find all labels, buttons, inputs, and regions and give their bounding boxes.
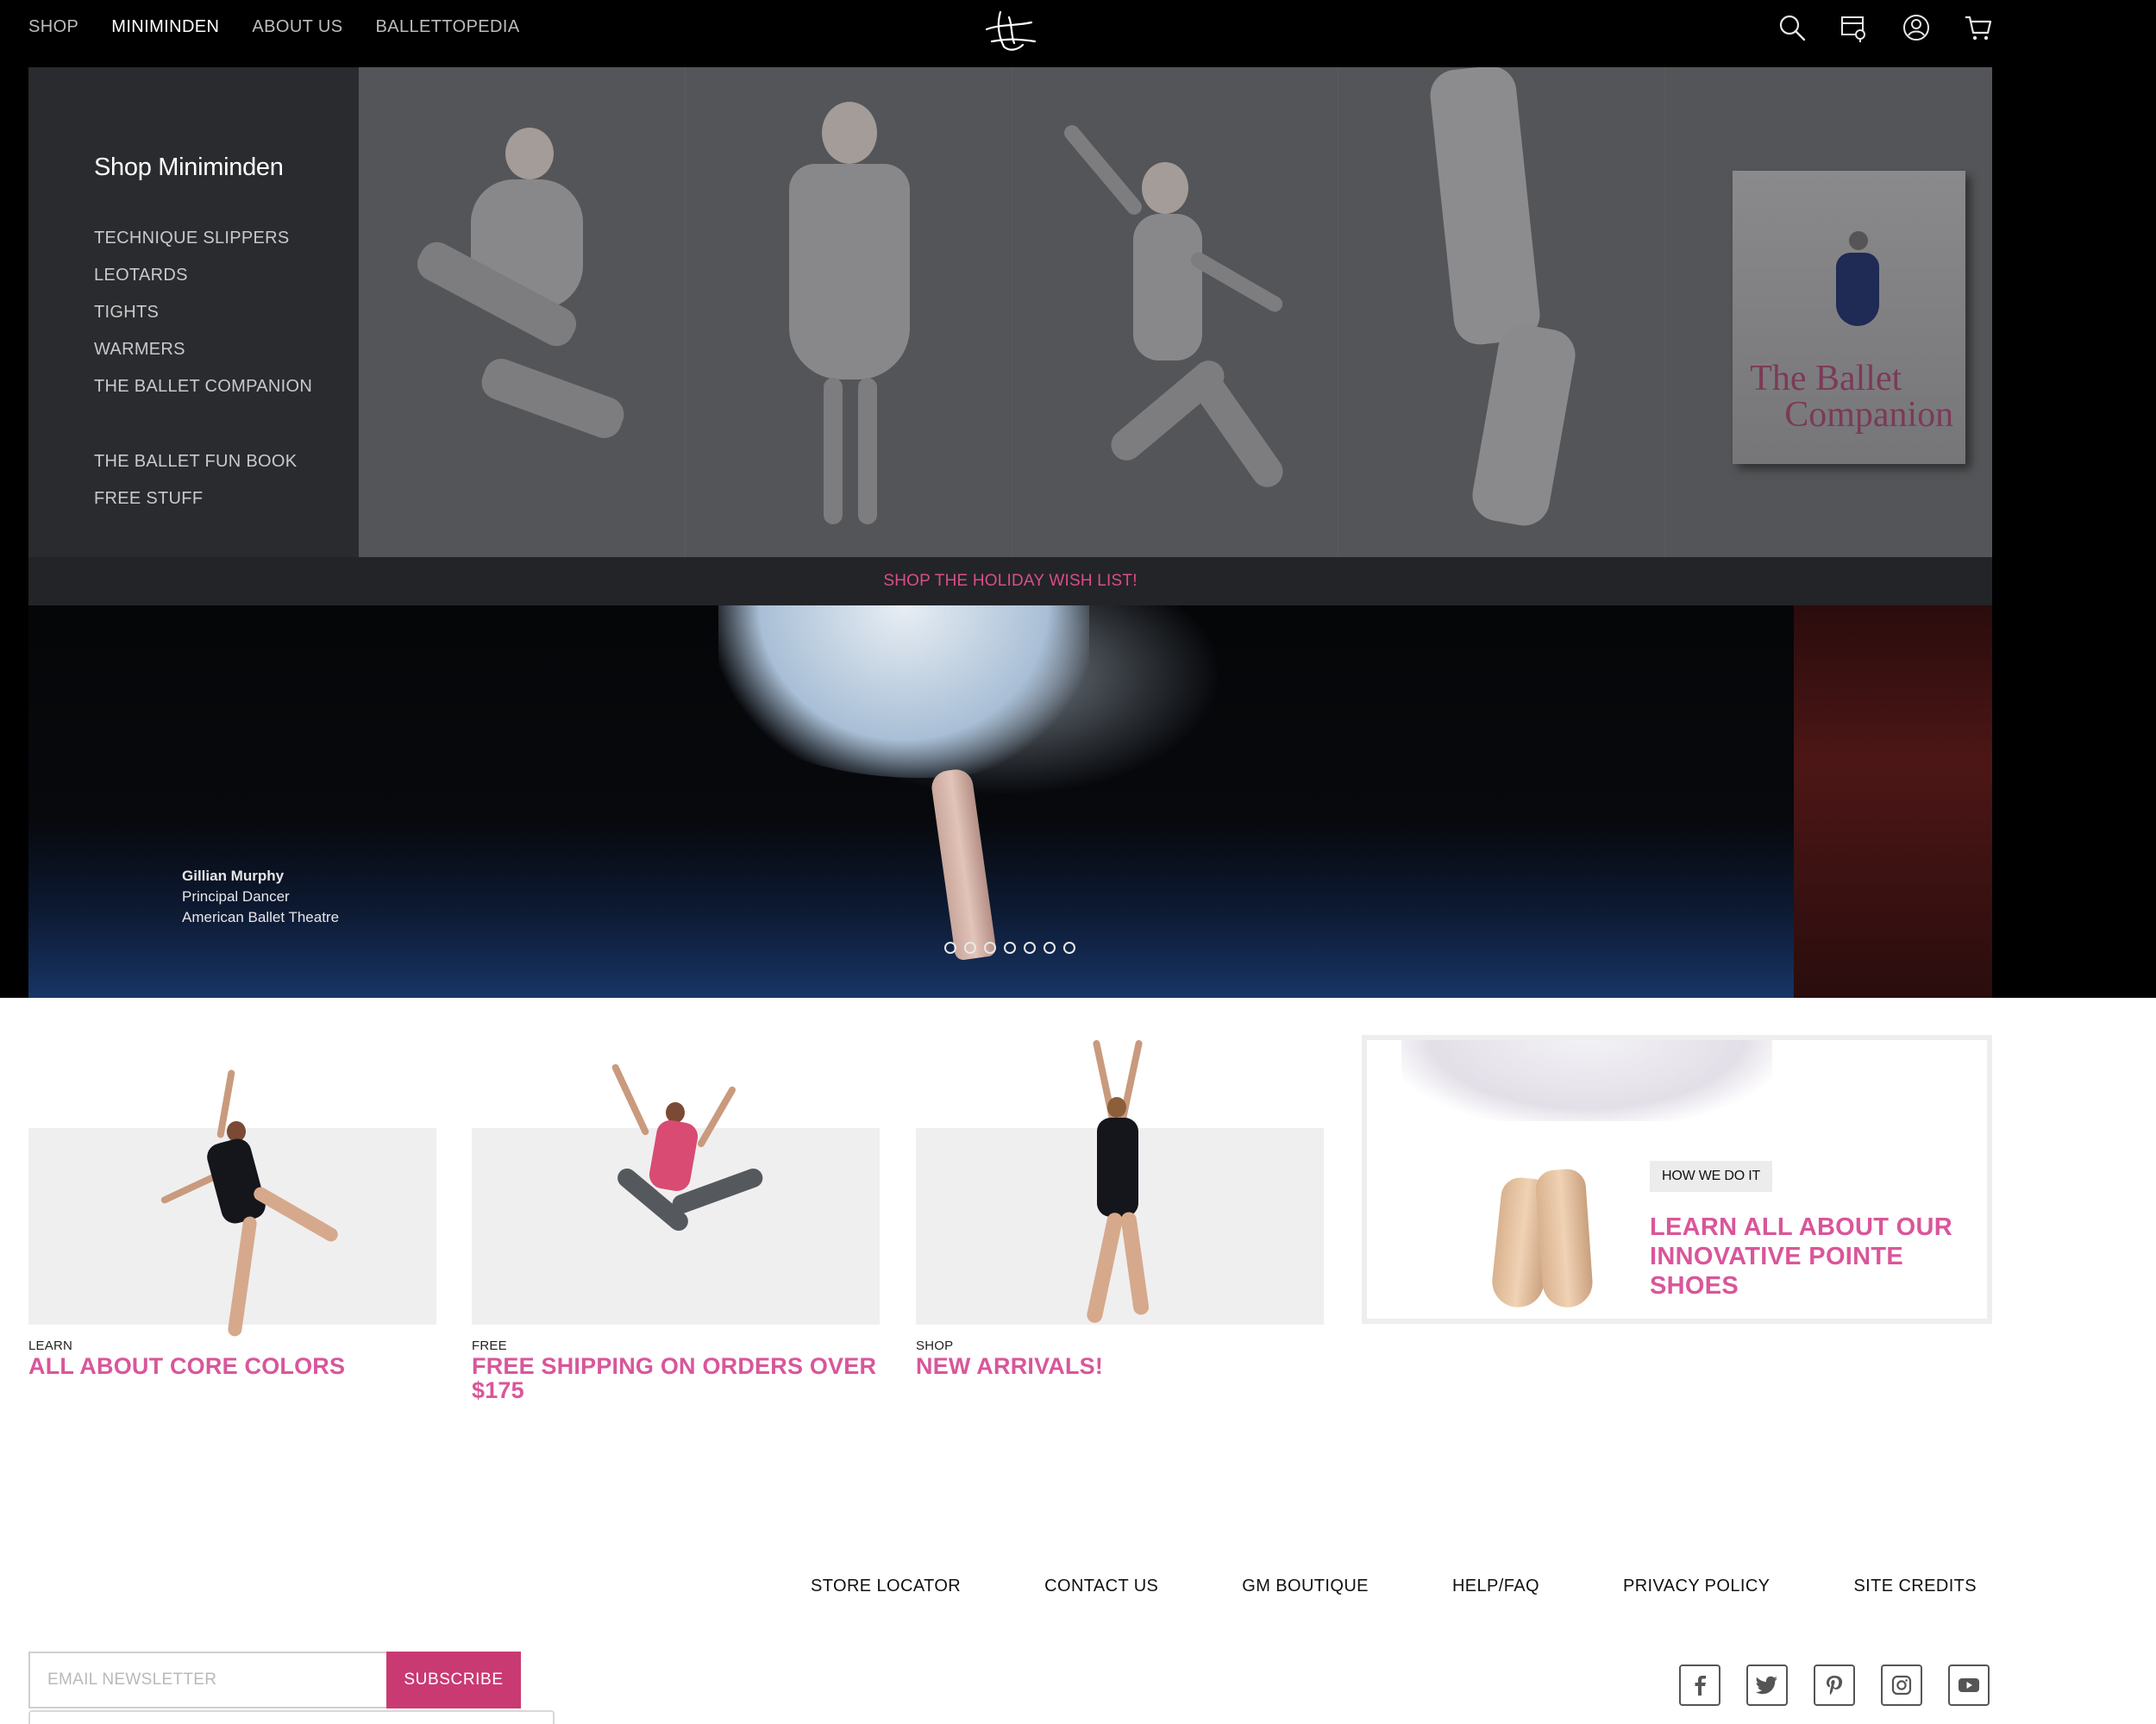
- menu-item-technique-slippers[interactable]: TECHNIQUE SLIPPERS: [94, 220, 312, 257]
- footer-links: STORE LOCATOR CONTACT US GM BOUTIQUE HEL…: [811, 1577, 1977, 1596]
- book-subtitle: Companion: [1784, 395, 1954, 435]
- cart-icon[interactable]: [1963, 12, 1994, 43]
- footer-help-faq[interactable]: HELP/FAQ: [1452, 1577, 1539, 1596]
- how-we-do-it-tag: HOW WE DO IT: [1650, 1161, 1773, 1192]
- hero-dancer-leg: [929, 767, 998, 962]
- holiday-wish-list-link[interactable]: SHOP THE HOLIDAY WISH LIST!: [883, 572, 1137, 590]
- email-newsletter-input[interactable]: [28, 1652, 386, 1708]
- promo-new-arrivals[interactable]: SHOP NEW ARRIVALS!: [916, 1035, 1324, 1378]
- caption-name: Gillian Murphy: [182, 868, 285, 884]
- footer-gm-boutique[interactable]: GM BOUTIQUE: [1242, 1577, 1369, 1596]
- footer-store-locator[interactable]: STORE LOCATOR: [811, 1577, 961, 1596]
- youtube-icon[interactable]: [1948, 1664, 1990, 1706]
- nav-ballettopedia[interactable]: BALLETTOPEDIA: [375, 17, 519, 37]
- promo-image[interactable]: [472, 1035, 880, 1325]
- promo-title[interactable]: NEW ARRIVALS!: [916, 1354, 1324, 1378]
- slider-dots: [944, 942, 1075, 954]
- logo-icon[interactable]: [975, 7, 1044, 55]
- mega-menu-sidebar: Shop Miniminden TECHNIQUE SLIPPERS LEOTA…: [28, 67, 359, 557]
- slider-dot[interactable]: [964, 942, 976, 954]
- mega-menu-title: Shop Miniminden: [94, 154, 284, 181]
- newsletter-form: SUBSCRIBE: [28, 1652, 521, 1708]
- menu-item-leotards[interactable]: LEOTARDS: [94, 257, 312, 294]
- tile-ballet-companion[interactable]: The Ballet Companion: [1665, 67, 1992, 557]
- promo-kicker: SHOP: [916, 1338, 954, 1353]
- slider-dot[interactable]: [1063, 942, 1075, 954]
- instagram-icon[interactable]: [1881, 1664, 1922, 1706]
- mega-menu: Shop Miniminden TECHNIQUE SLIPPERS LEOTA…: [28, 67, 1992, 605]
- slider-dot[interactable]: [1024, 942, 1036, 954]
- menu-item-free-stuff[interactable]: FREE STUFF: [94, 480, 312, 517]
- tile-technique-slippers[interactable]: [359, 67, 686, 557]
- tile-tights[interactable]: [1012, 67, 1339, 557]
- social-links: [1679, 1664, 1990, 1706]
- mega-menu-list: TECHNIQUE SLIPPERS LEOTARDS TIGHTS WARME…: [94, 220, 312, 517]
- menu-item-ballet-companion[interactable]: THE BALLET COMPANION: [94, 368, 312, 405]
- subscribe-button[interactable]: SUBSCRIBE: [386, 1652, 521, 1708]
- promo-title[interactable]: ALL ABOUT CORE COLORS: [28, 1354, 436, 1378]
- promo-free-shipping[interactable]: FREE FREE SHIPPING ON ORDERS OVER $175: [472, 1035, 880, 1402]
- pointe-shoes-card[interactable]: HOW WE DO IT LEARN ALL ABOUT OUR INNOVAT…: [1362, 1035, 1992, 1324]
- caption-role: Principal Dancer: [182, 888, 290, 905]
- tutu-image: [1401, 1040, 1772, 1121]
- facebook-icon[interactable]: [1679, 1664, 1720, 1706]
- promo-kicker: LEARN: [28, 1338, 73, 1353]
- pointe-card-title[interactable]: LEARN ALL ABOUT OUR INNOVATIVE POINTE SH…: [1650, 1213, 1987, 1301]
- footer-privacy-policy[interactable]: PRIVACY POLICY: [1623, 1577, 1770, 1596]
- nav-miniminden[interactable]: MINIMINDEN: [111, 17, 219, 37]
- hero-slider[interactable]: Gillian Murphy Principal Dancer American…: [28, 605, 1992, 998]
- tile-leotards[interactable]: [685, 67, 1012, 557]
- store-locator-icon[interactable]: [1839, 12, 1870, 43]
- tile-warmers[interactable]: [1338, 67, 1666, 557]
- nav-about-us[interactable]: ABOUT US: [252, 17, 342, 37]
- promo-kicker: FREE: [472, 1338, 507, 1353]
- slider-dot[interactable]: [1004, 942, 1016, 954]
- pointe-shoe-right: [1534, 1168, 1595, 1309]
- newsletter-dropdown-edge: [28, 1710, 555, 1724]
- menu-item-warmers[interactable]: WARMERS: [94, 331, 312, 368]
- slider-dot[interactable]: [944, 942, 956, 954]
- slider-dot[interactable]: [1044, 942, 1056, 954]
- mega-menu-footer: SHOP THE HOLIDAY WISH LIST!: [28, 557, 1992, 605]
- menu-item-tights[interactable]: TIGHTS: [94, 294, 312, 331]
- search-icon[interactable]: [1777, 12, 1808, 43]
- footer-contact-us[interactable]: CONTACT US: [1044, 1577, 1158, 1596]
- menu-item-ballet-fun-book[interactable]: THE BALLET FUN BOOK: [94, 443, 312, 480]
- ballet-companion-book: The Ballet Companion: [1733, 171, 1966, 464]
- hero-stage-curtain: [1794, 605, 1992, 998]
- footer-site-credits[interactable]: SITE CREDITS: [1853, 1577, 1977, 1596]
- slider-dot[interactable]: [984, 942, 996, 954]
- pinterest-icon[interactable]: [1814, 1664, 1855, 1706]
- promo-image[interactable]: [916, 1035, 1324, 1325]
- hero-caption: Gillian Murphy Principal Dancer American…: [182, 866, 339, 928]
- promo-image[interactable]: [28, 1035, 436, 1338]
- nav-shop[interactable]: SHOP: [28, 17, 78, 37]
- caption-company: American Ballet Theatre: [182, 909, 340, 925]
- main-nav: SHOP MINIMINDEN ABOUT US BALLETTOPEDIA: [28, 17, 520, 37]
- promo-core-colors[interactable]: LEARN ALL ABOUT CORE COLORS: [28, 1035, 436, 1378]
- account-icon[interactable]: [1901, 12, 1932, 43]
- nav-icons: [1777, 12, 1994, 43]
- promo-title[interactable]: FREE SHIPPING ON ORDERS OVER $175: [472, 1354, 880, 1402]
- twitter-icon[interactable]: [1746, 1664, 1788, 1706]
- hero-dancer-skirt: [718, 605, 1089, 778]
- mega-menu-tiles: The Ballet Companion: [359, 67, 1992, 557]
- book-title: The Ballet: [1750, 359, 1902, 398]
